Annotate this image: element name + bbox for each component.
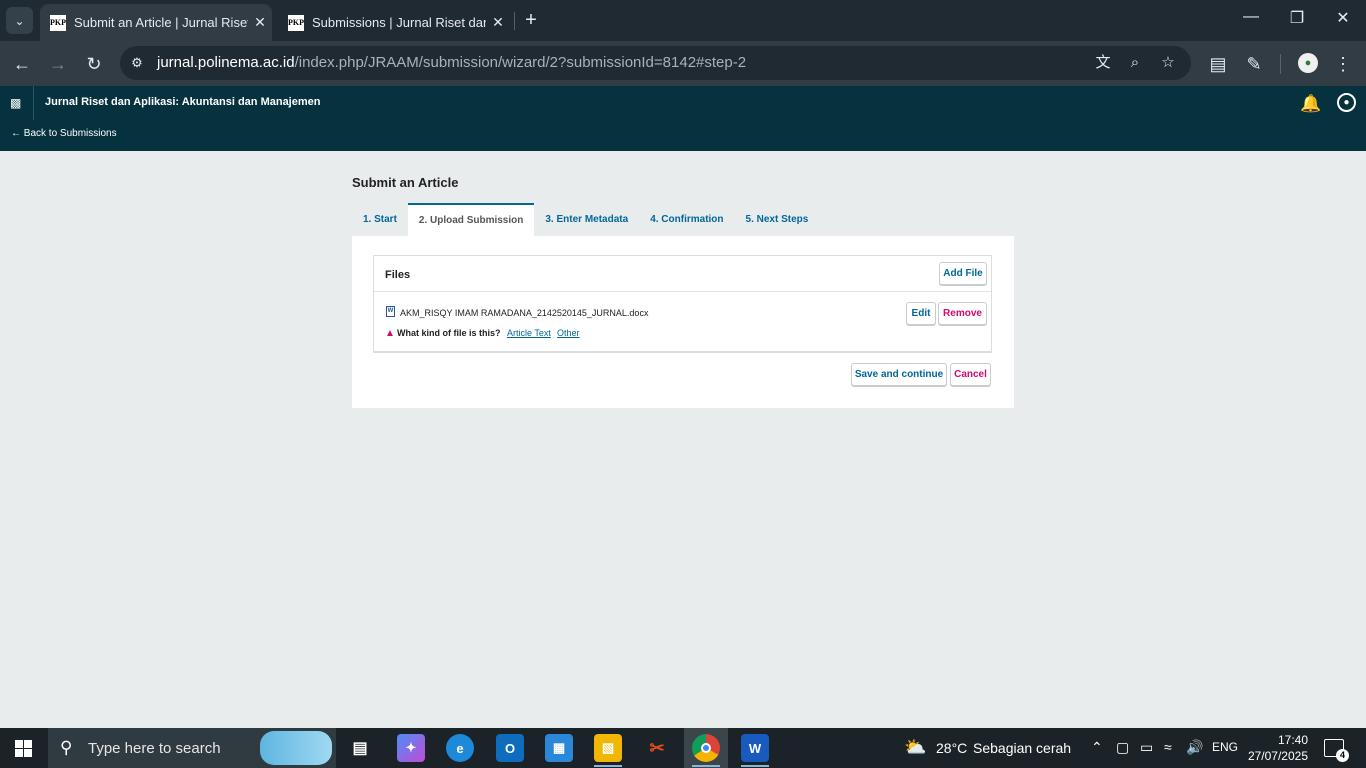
chrome-icon[interactable] <box>692 734 720 762</box>
browser-tab-strip: ⌄ PKP Submit an Article | Jurnal Riset d… <box>0 0 1366 41</box>
system-clock[interactable]: 17:40 27/07/2025 <box>1246 732 1308 764</box>
profile-avatar[interactable]: ● <box>1298 53 1318 73</box>
windows-taskbar: ⚲ Type here to search ▤ ✦ e O ▦ ▧ ✂ W ⛅ … <box>0 728 1366 768</box>
warning-icon: ▲ <box>385 328 395 339</box>
zoom-icon[interactable]: ⌕ <box>1124 53 1146 73</box>
tab-title: Submissions | Jurnal Riset dan Ap <box>312 15 486 30</box>
sitemap-icon[interactable]: ▩ <box>10 96 21 110</box>
chrome-running-indicator <box>692 765 720 767</box>
edge-icon[interactable]: e <box>446 734 474 762</box>
file-type-question: What kind of file is this? <box>397 328 501 338</box>
copilot-icon[interactable]: ✦ <box>397 734 425 762</box>
minimize-icon[interactable]: — <box>1236 8 1266 26</box>
files-grid: Files Add File W AKM_RISQY IMAM RAMADANA… <box>373 255 992 353</box>
pkp-favicon-icon: PKP <box>288 14 304 31</box>
browser-tab-submissions[interactable]: PKP Submissions | Jurnal Riset dan Ap ✕ <box>278 4 510 41</box>
add-file-button[interactable]: Add File <box>939 262 987 285</box>
clock-date: 27/07/2025 <box>1247 749 1308 763</box>
cancel-button[interactable]: Cancel <box>950 363 991 386</box>
tab-title: Submit an Article | Jurnal Riset d <box>74 15 248 30</box>
toolbar-separator <box>1280 54 1281 74</box>
app-header: ▩ Jurnal Riset dan Aplikasi: Akuntansi d… <box>0 86 1366 151</box>
notification-count-badge: 4 <box>1336 749 1349 762</box>
save-and-continue-button[interactable]: Save and continue <box>851 363 947 386</box>
files-title: Files <box>385 269 411 281</box>
show-hidden-icons-chevron-icon[interactable]: ⌃ <box>1091 739 1103 756</box>
translate-icon[interactable]: 文 <box>1092 53 1114 73</box>
snipping-tool-icon[interactable]: ✂ <box>643 734 671 762</box>
bookmark-star-icon[interactable]: ☆ <box>1157 53 1179 73</box>
search-placeholder: Type here to search <box>88 740 221 757</box>
reading-mode-icon[interactable]: ▤ <box>1205 51 1231 77</box>
header-divider <box>33 86 34 120</box>
pkp-favicon-icon: PKP <box>50 14 66 31</box>
file-name: AKM_RISQY IMAM RAMADANA_2142520145_JURNA… <box>400 308 649 318</box>
clock-time: 17:40 <box>1277 733 1308 747</box>
site-info-icon[interactable]: ⚙ <box>128 54 146 72</box>
file-type-article-text-link[interactable]: Article Text <box>507 328 551 338</box>
user-account-icon[interactable]: ● <box>1337 93 1356 112</box>
word-icon[interactable]: W <box>741 734 769 762</box>
remove-file-button[interactable]: Remove <box>938 302 987 325</box>
search-icon: ⚲ <box>60 738 73 757</box>
extensions-icon[interactable]: ✎ <box>1241 51 1267 77</box>
notifications-bell-icon[interactable]: 🔔 <box>1300 94 1321 114</box>
windows-start-icon[interactable] <box>15 740 32 757</box>
notification-center-icon[interactable]: 4 <box>1324 739 1349 762</box>
menu-kebab-icon[interactable]: ⋮ <box>1330 51 1356 77</box>
network-wifi-icon[interactable]: ≈ <box>1164 739 1172 755</box>
word-document-icon: W <box>386 306 395 317</box>
new-tab-icon[interactable]: + <box>520 8 542 32</box>
journal-title[interactable]: Jurnal Riset dan Aplikasi: Akuntansi dan… <box>45 96 320 108</box>
upload-panel: Files Add File W AKM_RISQY IMAM RAMADANA… <box>352 236 1014 408</box>
page-title: Submit an Article <box>352 175 459 190</box>
tab-separator <box>514 12 515 30</box>
tab-start[interactable]: 1. Start <box>352 203 408 236</box>
url-text[interactable]: jurnal.polinema.ac.id/index.php/JRAAM/su… <box>157 54 746 71</box>
tab-next-steps[interactable]: 5. Next Steps <box>735 203 820 236</box>
address-bar[interactable]: ⚙ jurnal.polinema.ac.id/index.php/JRAAM/… <box>120 46 1191 80</box>
file-type-other-link[interactable]: Other <box>557 328 580 338</box>
browser-toolbar: ← → ↻ ⚙ jurnal.polinema.ac.id/index.php/… <box>0 41 1366 86</box>
word-running-indicator <box>741 765 769 767</box>
file-row: W AKM_RISQY IMAM RAMADANA_2142520145_JUR… <box>374 292 991 354</box>
back-to-submissions-link[interactable]: ← Back to Submissions <box>11 128 117 139</box>
battery-icon[interactable]: ▭ <box>1140 739 1153 756</box>
outlook-icon[interactable]: O <box>496 734 524 762</box>
close-tab-icon[interactable]: ✕ <box>486 14 510 31</box>
file-explorer-icon[interactable]: ▧ <box>594 734 622 762</box>
weather-temperature[interactable]: 28°C <box>936 740 967 756</box>
files-header: Files Add File <box>374 256 991 292</box>
weather-partly-sunny-icon[interactable]: ⛅ <box>904 737 926 758</box>
volume-icon[interactable]: 🔊 <box>1186 739 1203 756</box>
search-highlight-image[interactable] <box>260 731 332 765</box>
forward-icon[interactable]: → <box>45 51 71 77</box>
tab-search-button[interactable]: ⌄ <box>6 7 33 34</box>
edit-file-button[interactable]: Edit <box>906 302 936 325</box>
microsoft-store-icon[interactable]: ▦ <box>545 734 573 762</box>
tab-confirmation[interactable]: 4. Confirmation <box>639 203 734 236</box>
weather-description[interactable]: Sebagian cerah <box>973 740 1071 756</box>
taskbar-search-box[interactable]: ⚲ Type here to search <box>48 728 336 768</box>
file-explorer-running-indicator <box>594 765 622 767</box>
browser-tab-submit-article[interactable]: PKP Submit an Article | Jurnal Riset d ✕ <box>40 4 272 41</box>
close-window-icon[interactable]: ✕ <box>1328 8 1358 28</box>
restore-icon[interactable]: ❐ <box>1282 8 1312 28</box>
close-tab-icon[interactable]: ✕ <box>248 14 272 31</box>
input-language[interactable]: ENG <box>1212 740 1238 754</box>
meet-now-icon[interactable]: ▢ <box>1116 739 1129 756</box>
task-view-icon[interactable]: ▤ <box>346 734 374 762</box>
wizard-steps: 1. Start 2. Upload Submission 3. Enter M… <box>352 203 819 236</box>
back-icon[interactable]: ← <box>9 51 35 77</box>
tab-upload-submission[interactable]: 2. Upload Submission <box>407 203 535 236</box>
reload-icon[interactable]: ↻ <box>81 51 107 77</box>
tab-enter-metadata[interactable]: 3. Enter Metadata <box>534 203 639 236</box>
